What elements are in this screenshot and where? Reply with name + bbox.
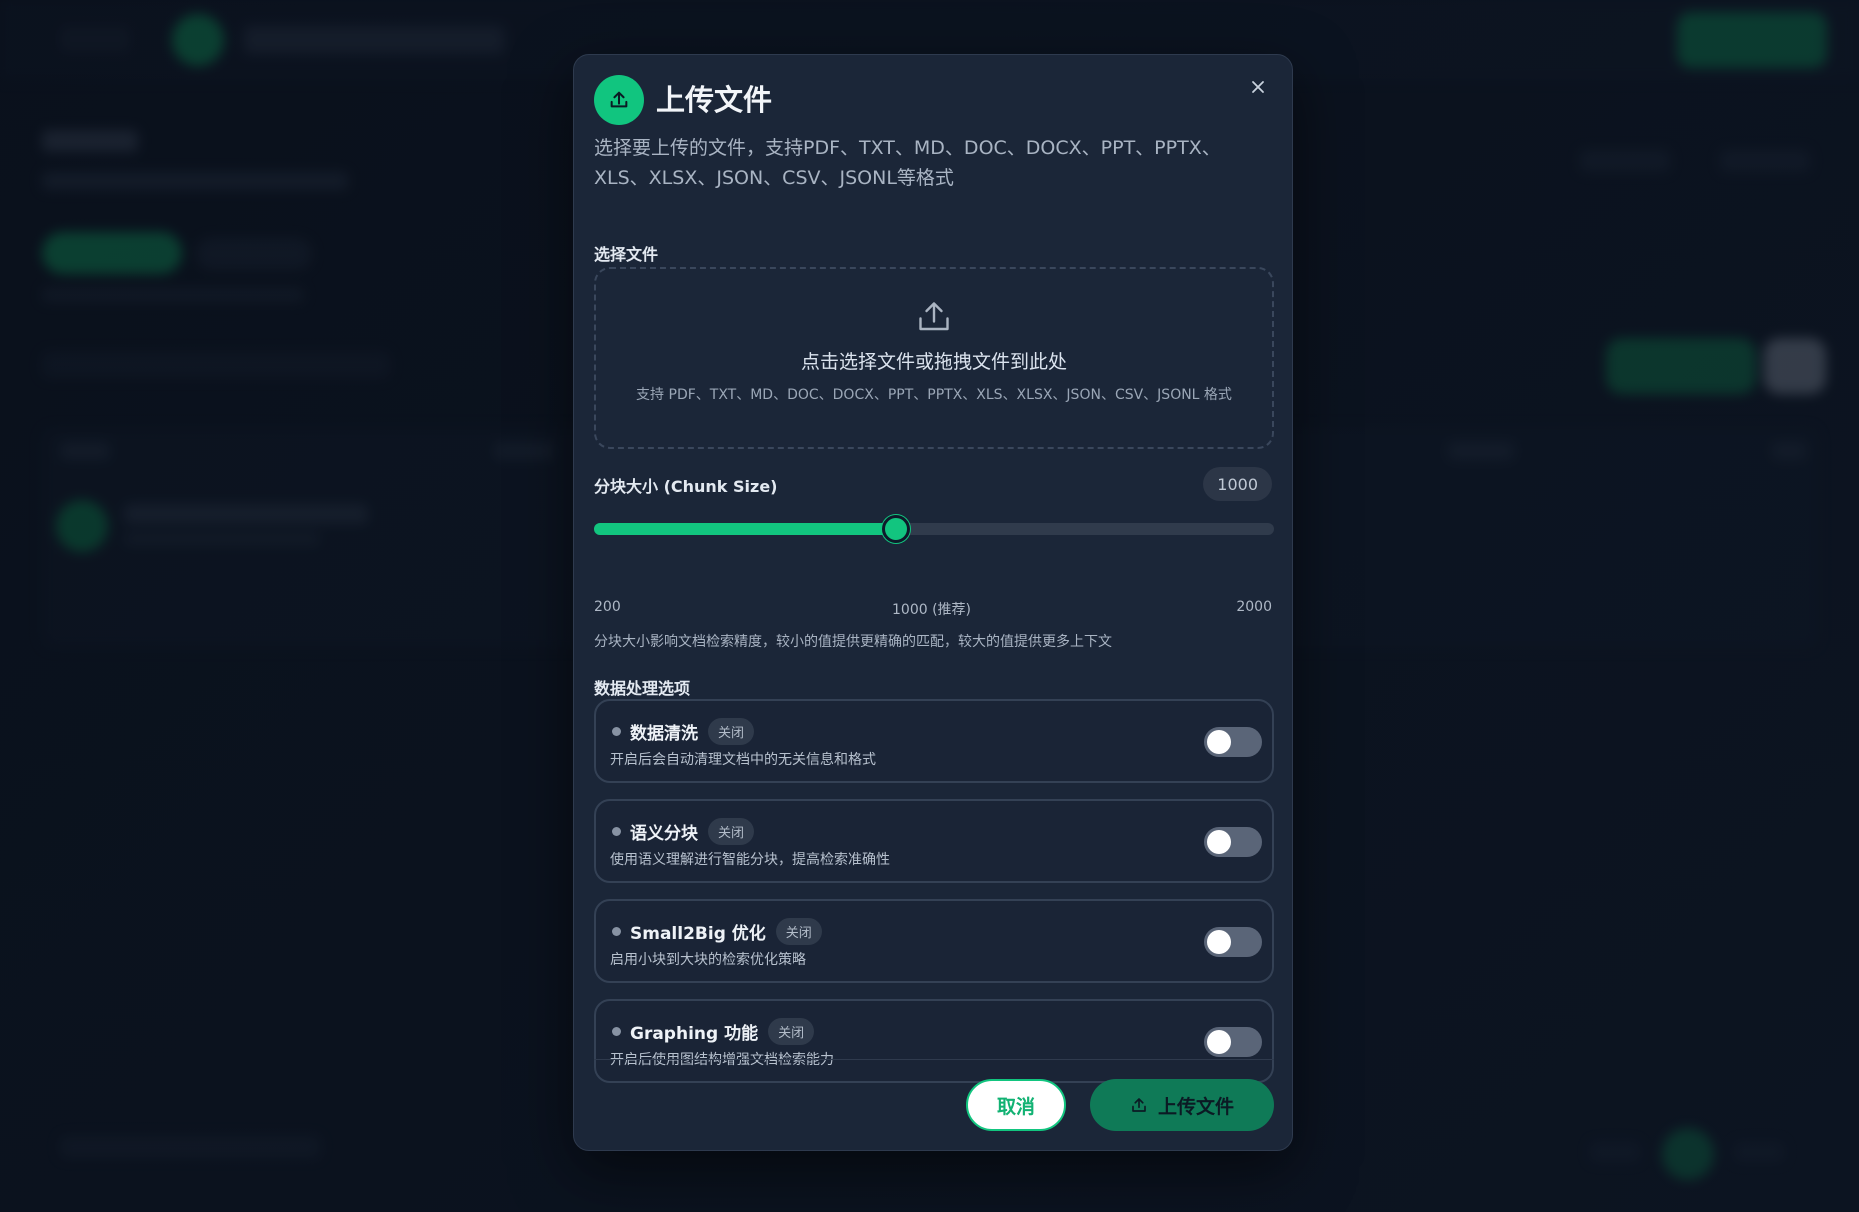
status-badge: 关闭	[708, 818, 755, 845]
slider-thumb[interactable]	[882, 515, 911, 543]
close-button[interactable]	[1244, 73, 1272, 101]
chunk-size-slider[interactable]	[594, 515, 1274, 543]
option-title: 语义分块	[630, 824, 698, 844]
option-small2big: Small2Big 优化 关闭 启用小块到大块的检索优化策略	[594, 899, 1274, 983]
option-title: Graphing 功能	[630, 1024, 759, 1044]
chunk-size-value: 1000	[1203, 467, 1272, 501]
option-semantic-chunking: 语义分块 关闭 使用语义理解进行智能分块，提高检索准确性	[594, 799, 1274, 883]
option-description: 开启后会自动清理文档中的无关信息和格式	[610, 752, 876, 768]
option-data-cleaning: 数据清洗 关闭 开启后会自动清理文档中的无关信息和格式	[594, 699, 1274, 783]
toggle-knob	[1207, 830, 1231, 854]
toggle-knob	[1207, 930, 1231, 954]
upload-header-icon	[594, 75, 644, 125]
close-icon	[1252, 81, 1264, 93]
status-badge: 关闭	[768, 1018, 815, 1045]
toggle-knob	[1207, 1030, 1231, 1054]
dialog-description: 选择要上传的文件，支持PDF、TXT、MD、DOC、DOCX、PPT、PPTX、…	[594, 137, 1221, 189]
file-select-label: 选择文件	[594, 245, 659, 264]
option-description: 启用小块到大块的检索优化策略	[610, 952, 806, 968]
upload-icon	[1132, 1098, 1146, 1112]
option-title-row: Small2Big 优化 关闭	[630, 918, 822, 945]
option-title-row: 语义分块 关闭	[630, 818, 755, 845]
option-title-row: Graphing 功能 关闭	[630, 1018, 815, 1045]
processing-options-label: 数据处理选项	[594, 679, 691, 698]
chunk-size-label: 分块大小 (Chunk Size)	[594, 477, 778, 496]
slider-fill	[594, 523, 897, 535]
graphing-toggle[interactable]	[1204, 1027, 1262, 1057]
option-title: Small2Big 优化	[630, 924, 766, 944]
status-dot	[612, 1027, 621, 1036]
dropzone-formats: 支持 PDF、TXT、MD、DOC、DOCX、PPT、PPTX、XLS、XLSX…	[636, 387, 1232, 403]
small2big-toggle[interactable]	[1204, 927, 1262, 957]
option-description: 使用语义理解进行智能分块，提高检索准确性	[610, 852, 890, 868]
status-dot	[612, 827, 621, 836]
status-badge: 关闭	[708, 718, 755, 745]
option-title: 数据清洗	[630, 724, 698, 744]
upload-button[interactable]: 上传文件	[1090, 1079, 1274, 1131]
upload-icon	[610, 91, 628, 108]
cancel-button[interactable]: 取消	[966, 1079, 1066, 1131]
dialog-title: 上传文件	[656, 83, 773, 117]
status-badge: 关闭	[775, 918, 822, 945]
semantic-chunking-toggle[interactable]	[1204, 827, 1262, 857]
upload-button-label: 上传文件	[1157, 1095, 1234, 1118]
status-dot	[612, 727, 621, 736]
slider-min-label: 200	[594, 599, 621, 615]
slider-max-label: 2000	[1236, 599, 1272, 615]
chunk-size-help: 分块大小影响文档检索精度，较小的值提供更精确的匹配，较大的值提供更多上下文	[594, 634, 1112, 650]
option-title-row: 数据清洗 关闭	[630, 718, 755, 745]
status-dot	[612, 927, 621, 936]
data-cleaning-toggle[interactable]	[1204, 727, 1262, 757]
slider-mid-label: 1000 (推荐)	[892, 602, 972, 618]
dropzone-prompt: 点击选择文件或拖拽文件到此处	[800, 351, 1067, 373]
toggle-knob	[1207, 730, 1231, 754]
file-dropzone[interactable]: 点击选择文件或拖拽文件到此处 支持 PDF、TXT、MD、DOC、DOCX、PP…	[594, 267, 1274, 449]
upload-icon	[919, 302, 949, 331]
option-graphing: Graphing 功能 关闭 开启后使用图结构增强文档检索能力	[594, 999, 1274, 1083]
footer-divider	[594, 1059, 1274, 1060]
upload-dialog: 上传文件 选择要上传的文件，支持PDF、TXT、MD、DOC、DOCX、PPT、…	[573, 54, 1293, 1151]
